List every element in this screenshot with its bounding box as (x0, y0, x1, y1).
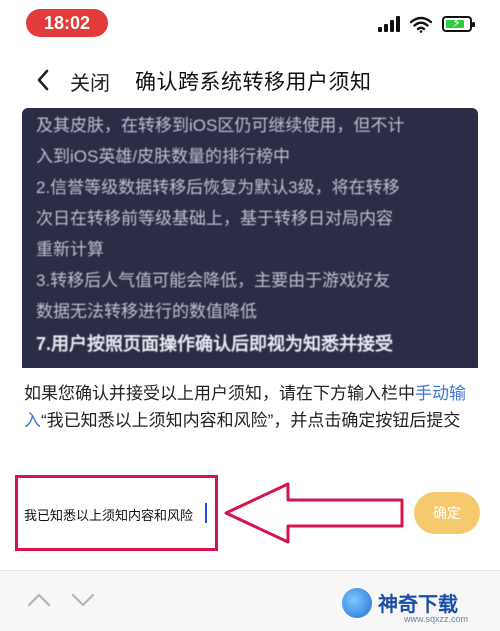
notice-line: 重新计算 (36, 240, 104, 259)
watermark-url: www.sqxzz.com (404, 614, 469, 624)
instruction-before: 如果您确认并接受以上用户须知，请在下方输入栏中 (24, 384, 415, 403)
close-link[interactable]: 关闭 (70, 67, 110, 96)
watermark-logo-icon (342, 588, 372, 618)
confirm-button[interactable]: 确定 (414, 492, 480, 534)
notice-line: 2.信誉等级数据转移后恢复为默认3级，将在转移 (36, 178, 400, 197)
notice-line: 入到iOS英雄/皮肤数量的排行榜中 (36, 147, 291, 166)
signal-icon (378, 16, 400, 32)
chevron-left-icon[interactable] (28, 62, 58, 98)
notice-text: 及其皮肤，在转移到iOS区仍可继续使用，但不计 入到iOS英雄/皮肤数量的排行榜… (22, 110, 462, 327)
nav-bar: 关闭 确认跨系统转移用户须知 (0, 50, 500, 110)
notice-line: 数据无法转移进行的数值降低 (36, 302, 257, 321)
notice-heading: 7.用户按照页面操作确认后即视为知悉并接受 (36, 334, 394, 354)
chevron-up-icon[interactable] (26, 590, 52, 610)
status-bar: 18:02 ⚡ (0, 0, 500, 46)
notice-line: 3.转移后人气值可能会降低，主要由于游戏好友 (36, 271, 391, 290)
notice-line: 及其皮肤，在转移到iOS区仍可继续使用，但不计 (36, 116, 405, 135)
arrow-left-icon (224, 482, 404, 544)
confirm-text-input[interactable] (24, 496, 212, 532)
instruction-after: “我已知悉以上须知内容和风险”，并点击确定按钮后提交 (41, 411, 461, 430)
text-caret (205, 503, 207, 523)
watermark: 神奇下载 www.sqxzz.com (342, 586, 492, 628)
status-icons: ⚡ (378, 13, 475, 35)
instruction-text: 如果您确认并接受以上用户须知，请在下方输入栏中手动输入“我已知悉以上须知内容和风… (24, 380, 480, 434)
battery-charging-icon: ⚡ (442, 15, 475, 32)
wifi-icon (410, 16, 432, 33)
watermark-title: 神奇下载 (378, 594, 458, 616)
notice-line: 次日在转移前等级基础上，基于转移日对局内容 (36, 209, 393, 228)
page-title: 确认跨系统转移用户须知 (135, 71, 372, 94)
chevron-down-icon[interactable] (70, 590, 96, 610)
status-time: 18:02 (26, 9, 108, 37)
